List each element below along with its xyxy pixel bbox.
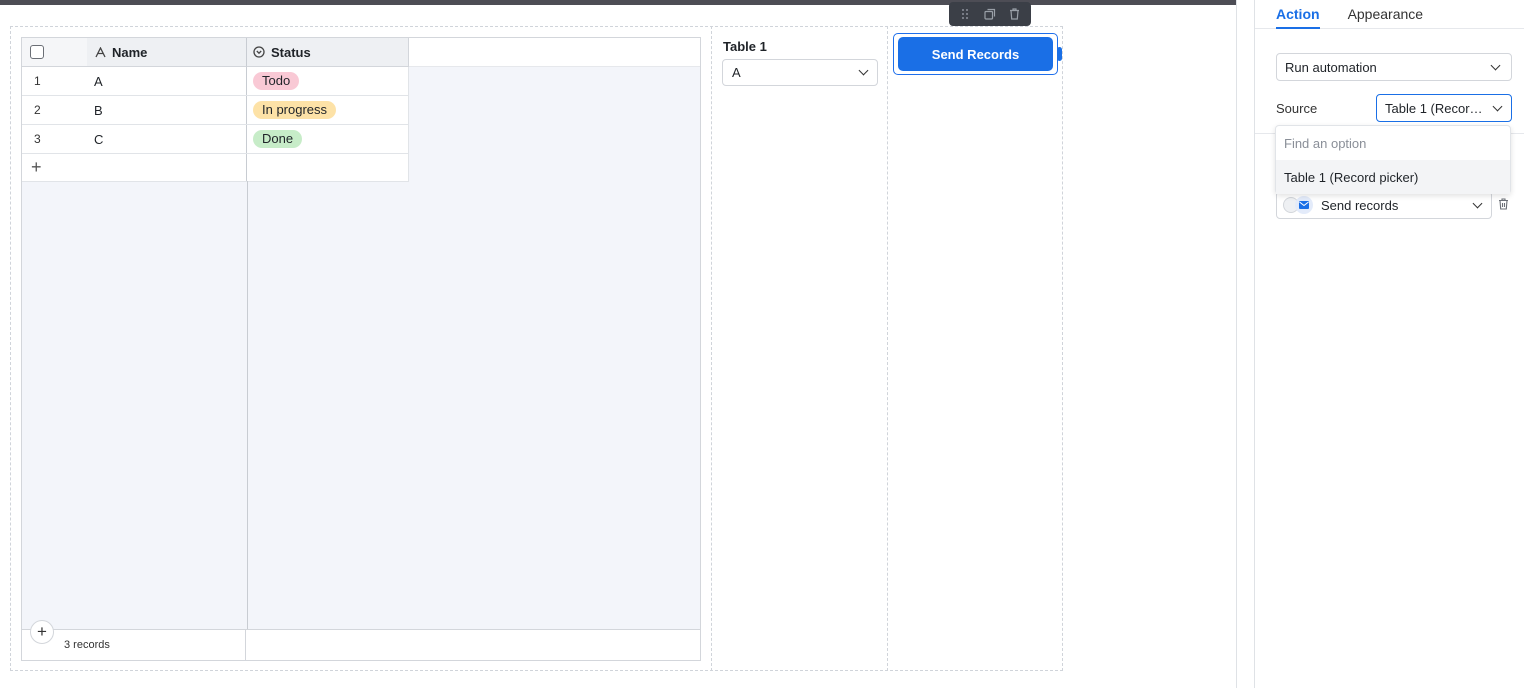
record-picker-select[interactable]: A	[722, 59, 878, 86]
column-header-name-label: Name	[112, 44, 148, 60]
row-number: 1	[34, 74, 41, 88]
drag-handle-icon[interactable]	[957, 6, 973, 22]
duplicate-icon[interactable]	[982, 6, 998, 22]
chevron-down-icon	[1472, 198, 1483, 208]
header-fill	[409, 38, 700, 67]
row-number: 2	[34, 103, 41, 117]
add-row[interactable]: +	[22, 154, 409, 182]
column-divider	[711, 26, 712, 671]
grid-header: Name Status	[22, 38, 700, 67]
dropdown-option[interactable]: Table 1 (Record picker)	[1276, 160, 1510, 194]
table-row[interactable]: 1 A Todo	[22, 67, 409, 96]
status-badge: Done	[253, 130, 303, 148]
record-count: 3 records	[64, 639, 110, 651]
element-toolbar	[949, 2, 1031, 26]
record-picker-label: Table 1	[723, 39, 767, 54]
panel-separator	[1236, 0, 1237, 688]
panel-tabs: Action Appearance	[1255, 0, 1524, 29]
grid-rows: 1 A Todo 2 B In progress 3 C Done +	[22, 67, 409, 182]
top-bar	[0, 0, 1236, 5]
table-row[interactable]: 3 C Done	[22, 125, 409, 154]
header-select-all[interactable]	[22, 38, 87, 67]
resize-handle[interactable]	[1057, 47, 1062, 61]
frozen-column-divider	[247, 181, 248, 630]
action-type-value: Run automation	[1285, 59, 1377, 75]
button-element-selection[interactable]: Send Records	[893, 33, 1062, 75]
cell-name[interactable]: C	[87, 125, 247, 153]
send-records-button[interactable]: Send Records	[898, 37, 1053, 71]
add-row-button[interactable]: +	[22, 154, 87, 181]
chevron-down-icon	[1490, 60, 1501, 70]
cell-status[interactable]: Todo	[247, 67, 409, 95]
tab-appearance[interactable]: Appearance	[1348, 0, 1424, 29]
tab-action[interactable]: Action	[1276, 0, 1320, 29]
source-label: Source	[1276, 101, 1318, 116]
chevron-down-icon	[1492, 101, 1503, 111]
column-header-name[interactable]: Name	[87, 38, 247, 67]
cell-name[interactable]: B	[87, 96, 247, 124]
column-header-status[interactable]: Status	[247, 38, 409, 67]
data-grid: Name Status 1 A Todo 2 B In progress 3 C	[21, 37, 701, 661]
table-row[interactable]: 2 B In progress	[22, 96, 409, 125]
select-all-checkbox[interactable]	[30, 45, 44, 59]
action-type-select[interactable]: Run automation	[1276, 53, 1512, 81]
source-value: Table 1 (Record ...	[1385, 100, 1487, 116]
cell-name[interactable]: A	[87, 67, 247, 95]
chevron-down-icon	[858, 65, 869, 76]
row-number: 3	[34, 132, 41, 146]
action-icons	[1283, 196, 1313, 214]
text-field-icon	[95, 46, 106, 57]
status-badge: In progress	[253, 101, 337, 119]
find-option-input[interactable]	[1276, 126, 1510, 160]
trash-icon[interactable]	[1007, 6, 1023, 22]
status-badge: Todo	[253, 72, 300, 90]
grid-footer: + 3 records	[22, 620, 700, 661]
footer-add-record-button[interactable]: +	[30, 620, 54, 644]
column-header-status-label: Status	[271, 44, 311, 60]
source-select[interactable]: Table 1 (Record ...	[1376, 94, 1512, 122]
mail-icon	[1295, 196, 1313, 214]
column-divider	[887, 26, 888, 671]
add-row-status-spacer	[247, 154, 409, 181]
cell-status[interactable]: In progress	[247, 96, 409, 124]
source-dropdown: Table 1 (Record picker)	[1275, 125, 1511, 194]
footer-divider	[245, 629, 246, 661]
add-row-name-spacer	[87, 154, 247, 181]
automation-action-label: Send records	[1321, 197, 1399, 213]
record-picker-value: A	[732, 65, 741, 80]
trash-icon[interactable]	[1498, 197, 1509, 215]
automation-action-select[interactable]: Send records	[1276, 191, 1492, 219]
cell-status[interactable]: Done	[247, 125, 409, 153]
properties-panel: Action Appearance Run automation Source …	[1254, 0, 1524, 688]
single-select-icon	[253, 46, 265, 58]
